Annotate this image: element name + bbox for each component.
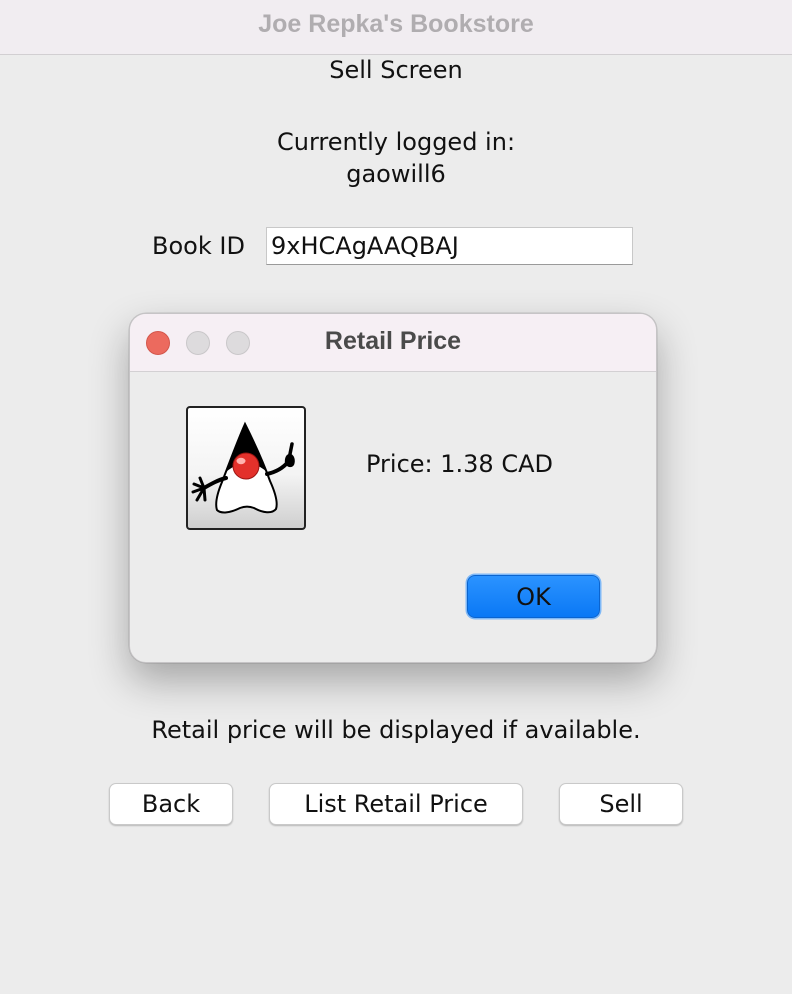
window-titlebar[interactable]: Joe Repka's Bookstore — [0, 0, 792, 55]
dialog-titlebar[interactable]: Retail Price — [130, 314, 656, 372]
dialog-title: Retail Price — [324, 327, 462, 355]
retail-price-dialog: Retail Price Price: 1.38 CAD OK — [129, 313, 657, 663]
ok-button[interactable]: OK — [467, 575, 600, 618]
java-duke-icon — [186, 406, 306, 530]
list-retail-price-button[interactable]: List Retail Price — [269, 783, 523, 825]
book-id-label: Book ID — [152, 232, 245, 260]
sell-button[interactable]: Sell — [559, 783, 683, 825]
username-label: gaowill6 — [346, 160, 446, 188]
window-title: Joe Repka's Bookstore — [258, 10, 534, 38]
book-id-input[interactable] — [266, 227, 633, 265]
info-message: Retail price will be displayed if availa… — [151, 716, 641, 744]
price-message: Price: 1.38 CAD — [366, 450, 553, 478]
logged-in-label: Currently logged in: — [276, 128, 516, 156]
screen-title: Sell Screen — [329, 56, 463, 84]
back-button[interactable]: Back — [109, 783, 233, 825]
